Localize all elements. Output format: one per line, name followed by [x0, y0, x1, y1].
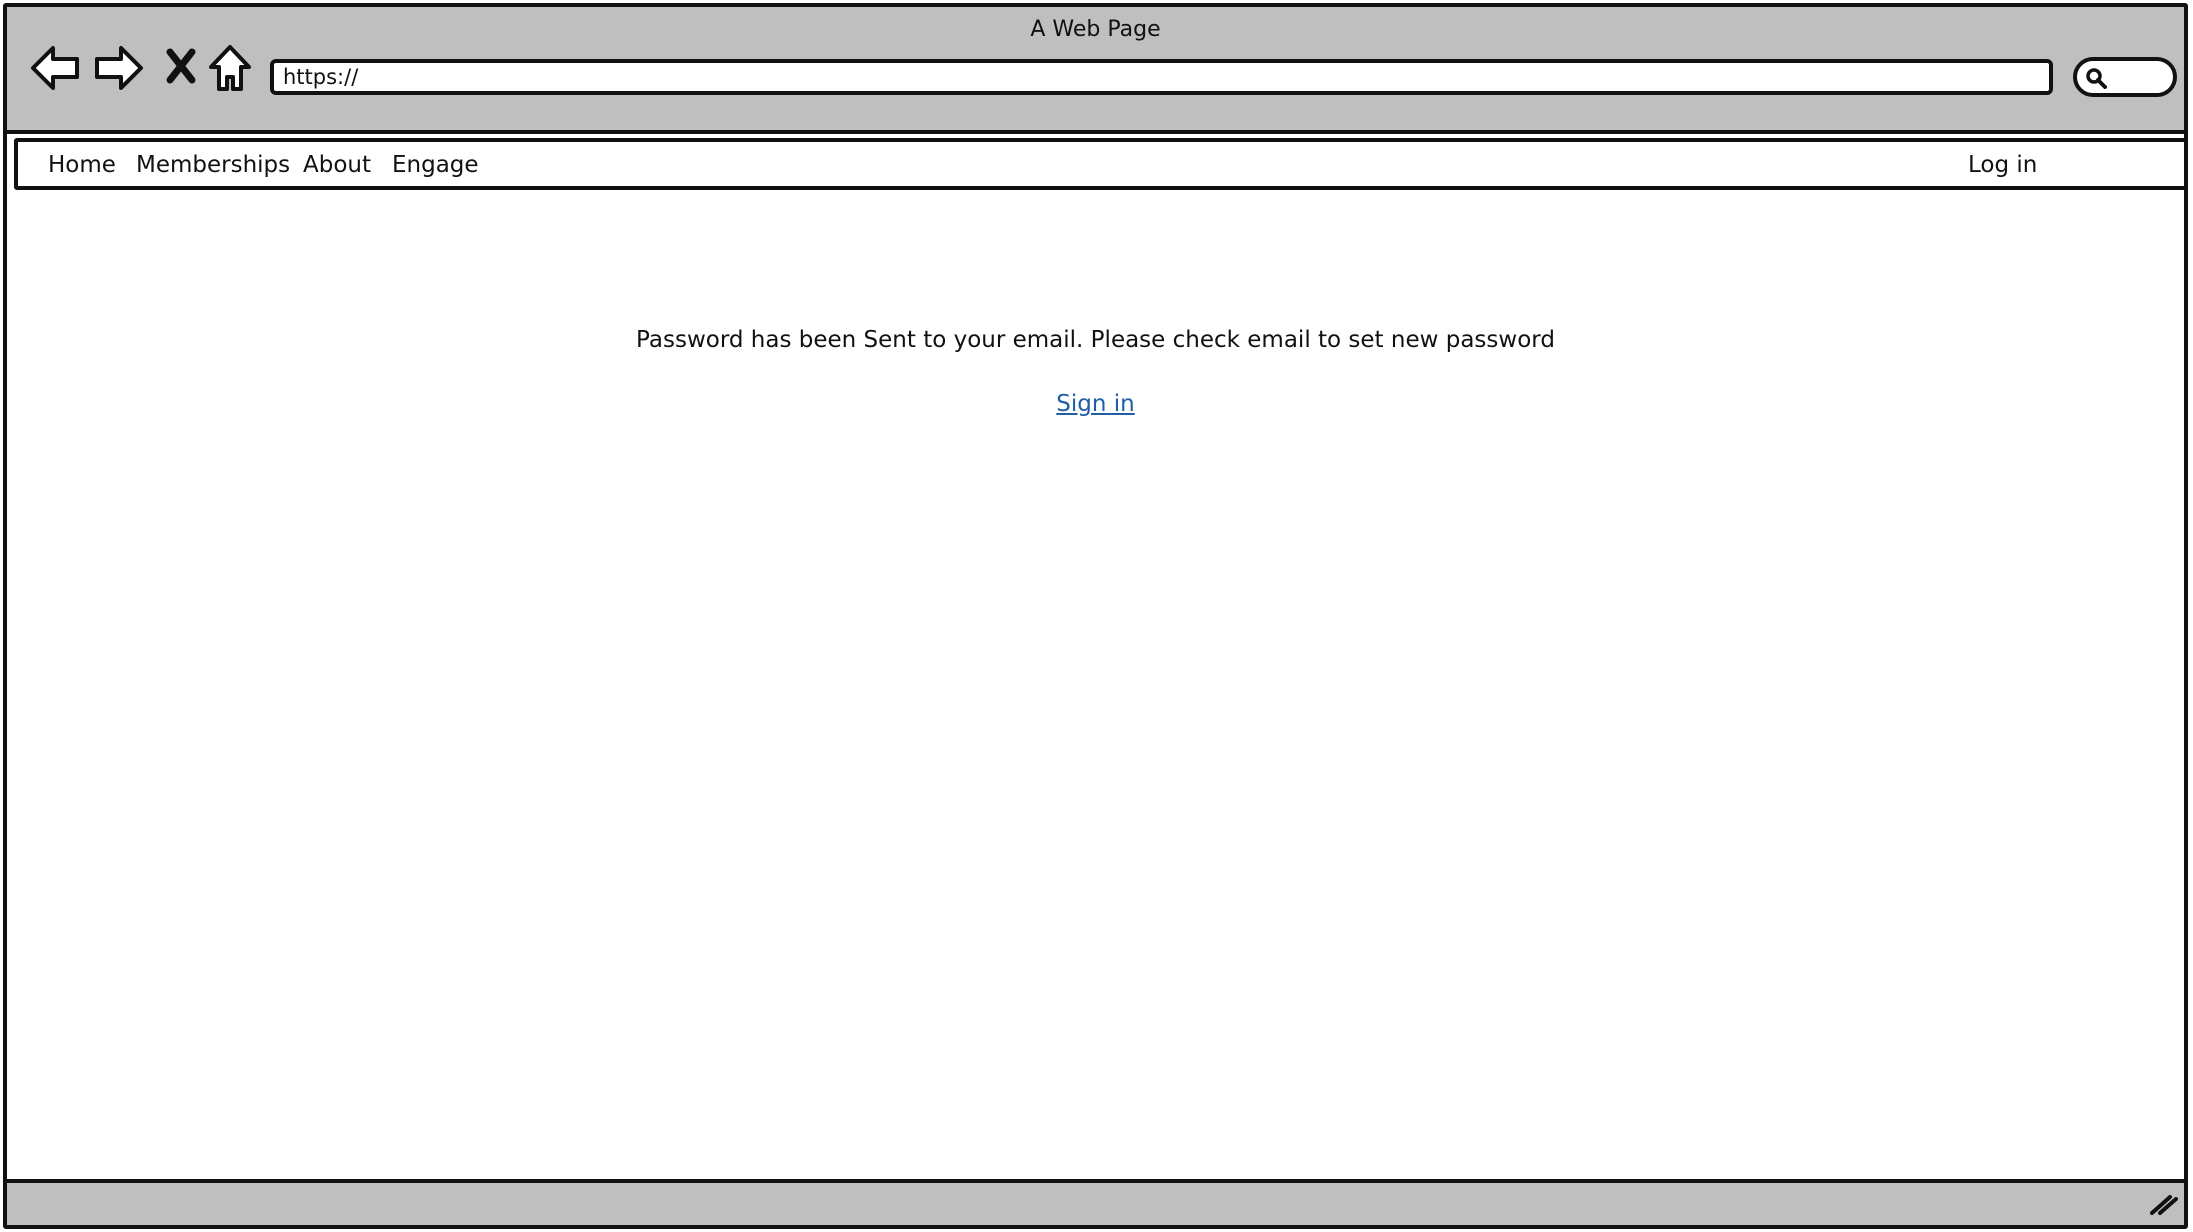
signin-link[interactable]: Sign in — [1056, 391, 1134, 417]
home-icon[interactable] — [207, 43, 253, 93]
browser-window: A Web Page https:// Home Memberships Abo… — [3, 3, 2188, 1229]
search-box[interactable] — [2073, 57, 2177, 97]
nav-engage-link[interactable]: Engage — [392, 152, 479, 178]
resize-grip-icon[interactable] — [2148, 1191, 2178, 1221]
nav-home-link[interactable]: Home — [48, 152, 116, 178]
search-icon — [2086, 68, 2107, 89]
browser-toolbar: A Web Page https:// — [7, 7, 2184, 134]
window-title: A Web Page — [1030, 17, 1161, 42]
password-sent-message: Password has been Sent to your email. Pl… — [636, 327, 1555, 353]
nav-memberships-link[interactable]: Memberships — [136, 152, 290, 178]
signin-link-container: Sign in — [7, 391, 2184, 417]
browser-status-bar — [7, 1179, 2184, 1225]
browser-mockup: A Web Page https:// Home Memberships Abo… — [0, 0, 2193, 1232]
stop-icon[interactable] — [165, 43, 197, 93]
nav-about-link[interactable]: About — [303, 152, 371, 178]
back-arrow-icon[interactable] — [29, 43, 81, 93]
site-navbar: Home Memberships About Engage Log in — [14, 138, 2184, 190]
login-link[interactable]: Log in — [1968, 152, 2037, 178]
forward-arrow-icon[interactable] — [93, 43, 145, 93]
url-input[interactable]: https:// — [270, 59, 2053, 95]
